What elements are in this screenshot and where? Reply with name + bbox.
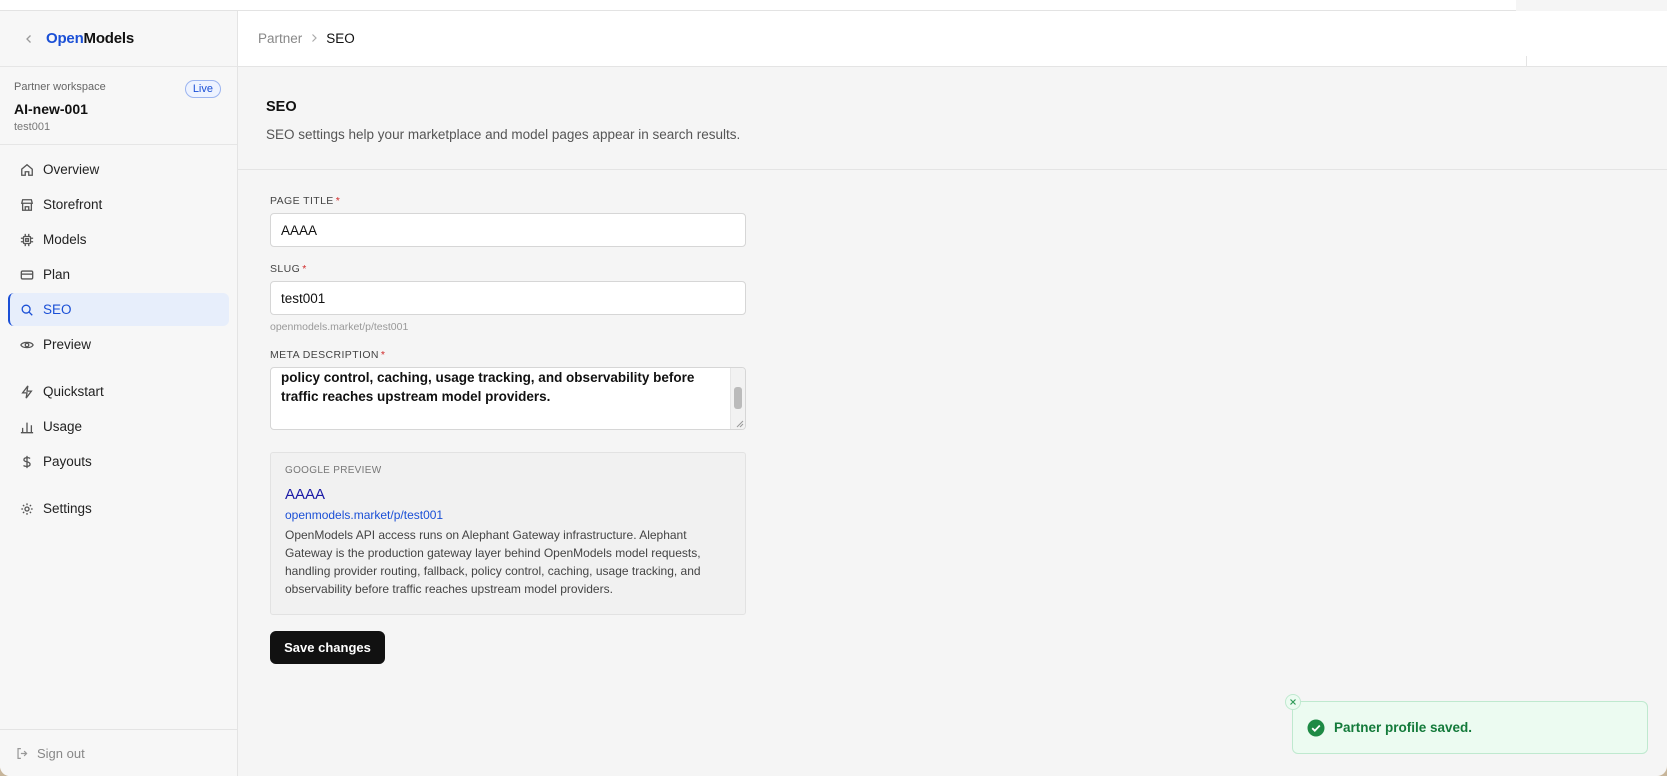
sidebar-item-label: Overview [43, 162, 100, 177]
header-divider [1526, 56, 1527, 67]
gear-icon [21, 502, 33, 515]
google-preview-label: GOOGLE PREVIEW [285, 465, 382, 476]
slug-label: SLUG * [270, 263, 746, 275]
search-icon [21, 304, 33, 316]
card-icon [20, 269, 34, 280]
cpu-icon [20, 233, 34, 246]
sidebar-item-overview[interactable]: Overview [8, 153, 229, 186]
sidebar-item-label: Settings [43, 501, 92, 516]
section-header: SEO SEO settings help your marketplace a… [238, 67, 1667, 170]
slug-url-hint: openmodels.market/p/test001 [270, 321, 409, 333]
seo-form: PAGE TITLE * AAAA SLUG * test001 openmodel… [270, 195, 746, 664]
sidebar-item-settings[interactable]: Settings [8, 492, 229, 525]
scrollbar-thumb[interactable] [734, 387, 742, 409]
brand-part-open: Open [46, 30, 84, 47]
workspace-card: Partner workspace Live AI-new-001 test00… [0, 67, 237, 145]
google-preview-card: GOOGLE PREVIEW AAAA openmodels.market/p/… [270, 452, 746, 615]
sidebar-item-seo[interactable]: SEO [8, 293, 229, 326]
page-title-label: PAGE TITLE * [270, 195, 746, 207]
field-label-text: META DESCRIPTION [270, 349, 379, 361]
sidebar-item-label: Payouts [43, 454, 92, 469]
brand-row: OpenModels [0, 11, 237, 67]
eye-icon [20, 341, 34, 348]
sidebar-item-plan[interactable]: Plan [8, 258, 229, 291]
brand-part-models: Models [83, 30, 135, 47]
required-marker: * [380, 349, 386, 361]
sidebar-item-label: Quickstart [43, 384, 104, 399]
sign-out-icon [17, 747, 28, 759]
sidebar-item-label: SEO [43, 302, 72, 317]
dollar-icon [23, 455, 31, 468]
sign-out-label: Sign out [37, 745, 85, 761]
save-button[interactable]: Save changes [270, 631, 385, 664]
top-strip [0, 0, 1516, 11]
meta-description-text: OpenModels API access runs on Alephant G… [281, 369, 695, 405]
sidebar-item-quickstart[interactable]: Quickstart [8, 375, 229, 408]
sidebar-item-label: Usage [43, 419, 83, 434]
sidebar-item-label: Preview [43, 337, 92, 352]
sign-out-button[interactable]: Sign out [0, 729, 237, 776]
success-toast: Partner profile saved. [1285, 694, 1648, 754]
chevron-left-icon[interactable] [22, 32, 36, 46]
field-label-text: SLUG [270, 263, 301, 275]
field-label-text: PAGE TITLE [270, 195, 334, 207]
page-title: SEO [266, 99, 297, 115]
sidebar: OpenModels Partner workspace Live AI-new… [0, 11, 238, 776]
home-icon [21, 163, 33, 176]
breadcrumb-parent[interactable]: Partner [258, 31, 302, 46]
nav-divider [8, 480, 229, 490]
sidebar-item-payouts[interactable]: Payouts [8, 445, 229, 478]
bolt-icon [21, 384, 33, 399]
workspace-slug: test001 [14, 121, 51, 133]
status-badge: Live [184, 80, 221, 98]
required-marker: * [335, 195, 341, 207]
store-icon [20, 198, 34, 211]
nav-divider [8, 363, 229, 373]
google-preview-title: AAAA [285, 486, 326, 503]
sidebar-nav: Overview Storefront Models Plan SEO Prev… [0, 145, 237, 533]
top-header: Partner SEO [238, 11, 1667, 67]
sidebar-item-storefront[interactable]: Storefront [8, 188, 229, 221]
required-marker: * [302, 263, 307, 275]
page-title-input[interactable]: AAAA [270, 213, 746, 247]
breadcrumb-current: SEO [326, 31, 355, 46]
google-preview-url: openmodels.market/p/test001 [285, 508, 444, 522]
app-window: OpenModels Partner workspace Live AI-new… [0, 0, 1667, 776]
sidebar-item-label: Storefront [43, 197, 103, 212]
brand-logo[interactable]: OpenModels [46, 30, 134, 47]
sidebar-item-preview[interactable]: Preview [8, 328, 229, 361]
check-circle-icon [1307, 719, 1325, 736]
close-icon[interactable] [1285, 694, 1301, 710]
toast-message: Partner profile saved. [1334, 720, 1473, 735]
bar-chart-icon [20, 422, 34, 433]
slug-input[interactable]: test001 [270, 281, 746, 315]
sidebar-item-usage[interactable]: Usage [8, 410, 229, 443]
workspace-name: AI-new-001 [14, 101, 88, 117]
resize-handle-icon[interactable] [734, 418, 744, 428]
sidebar-item-label: Models [43, 232, 87, 247]
meta-description-textarea[interactable]: OpenModels API access runs on Alephant G… [270, 367, 746, 430]
google-preview-description: OpenModels API access runs on Alephant G… [285, 528, 701, 596]
sidebar-item-models[interactable]: Models [8, 223, 229, 256]
chevron-right-icon [310, 32, 318, 46]
sidebar-item-label: Plan [43, 267, 71, 282]
page-description: SEO settings help your marketplace and m… [266, 127, 741, 142]
meta-description-label: META DESCRIPTION * [270, 349, 746, 361]
